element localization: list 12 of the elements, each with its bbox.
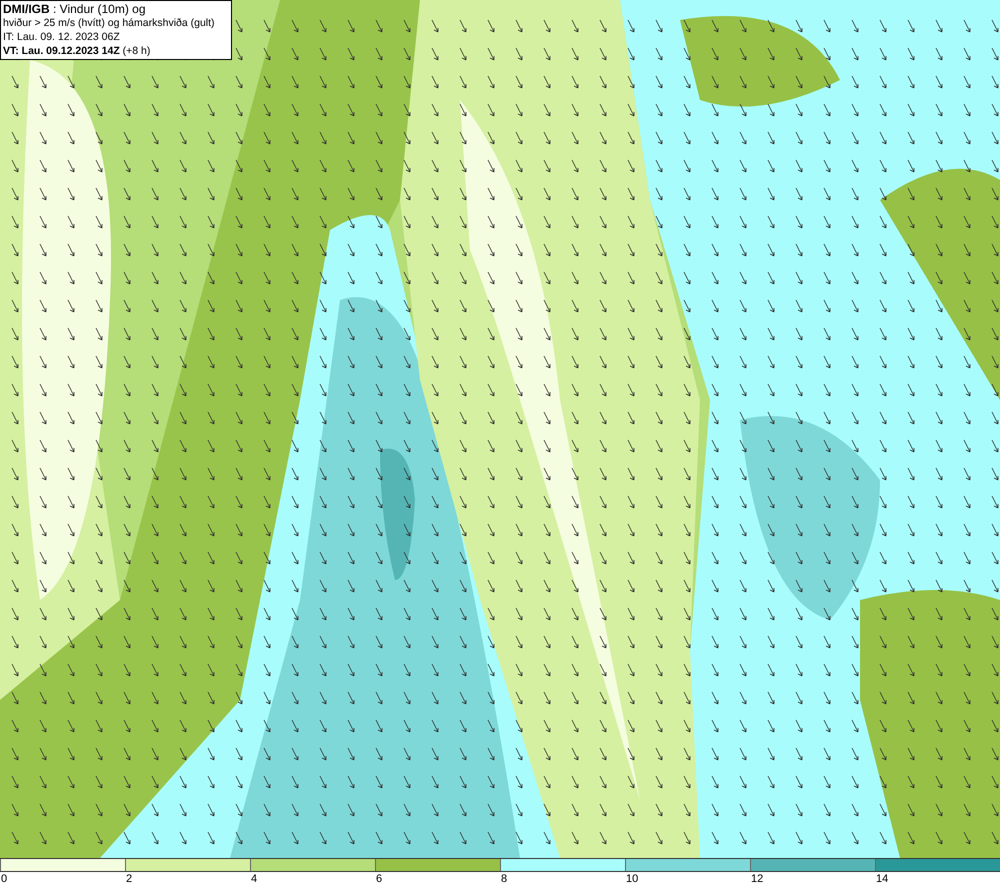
tick-label: 2	[126, 873, 132, 885]
header-line: hviður > 25 m/s (hvítt) og hámarkshviða (gult)	[3, 16, 216, 30]
tick-label: 6	[376, 873, 382, 885]
tick-label: 4	[251, 873, 258, 885]
tick-label: 14	[876, 873, 888, 885]
tick-label: 0	[1, 873, 8, 885]
tick-label: 10	[626, 873, 638, 885]
tick-label: 12	[751, 873, 764, 885]
header-line: DMI/IGB : Vindur (10m) og	[3, 2, 146, 16]
tick-label: 8	[501, 873, 508, 885]
header-line: VT: Lau. 09.12.2023 14Z (+8 h)	[3, 44, 152, 58]
header-line: IT: Lau. 09. 12. 2023 06Z	[3, 30, 121, 44]
